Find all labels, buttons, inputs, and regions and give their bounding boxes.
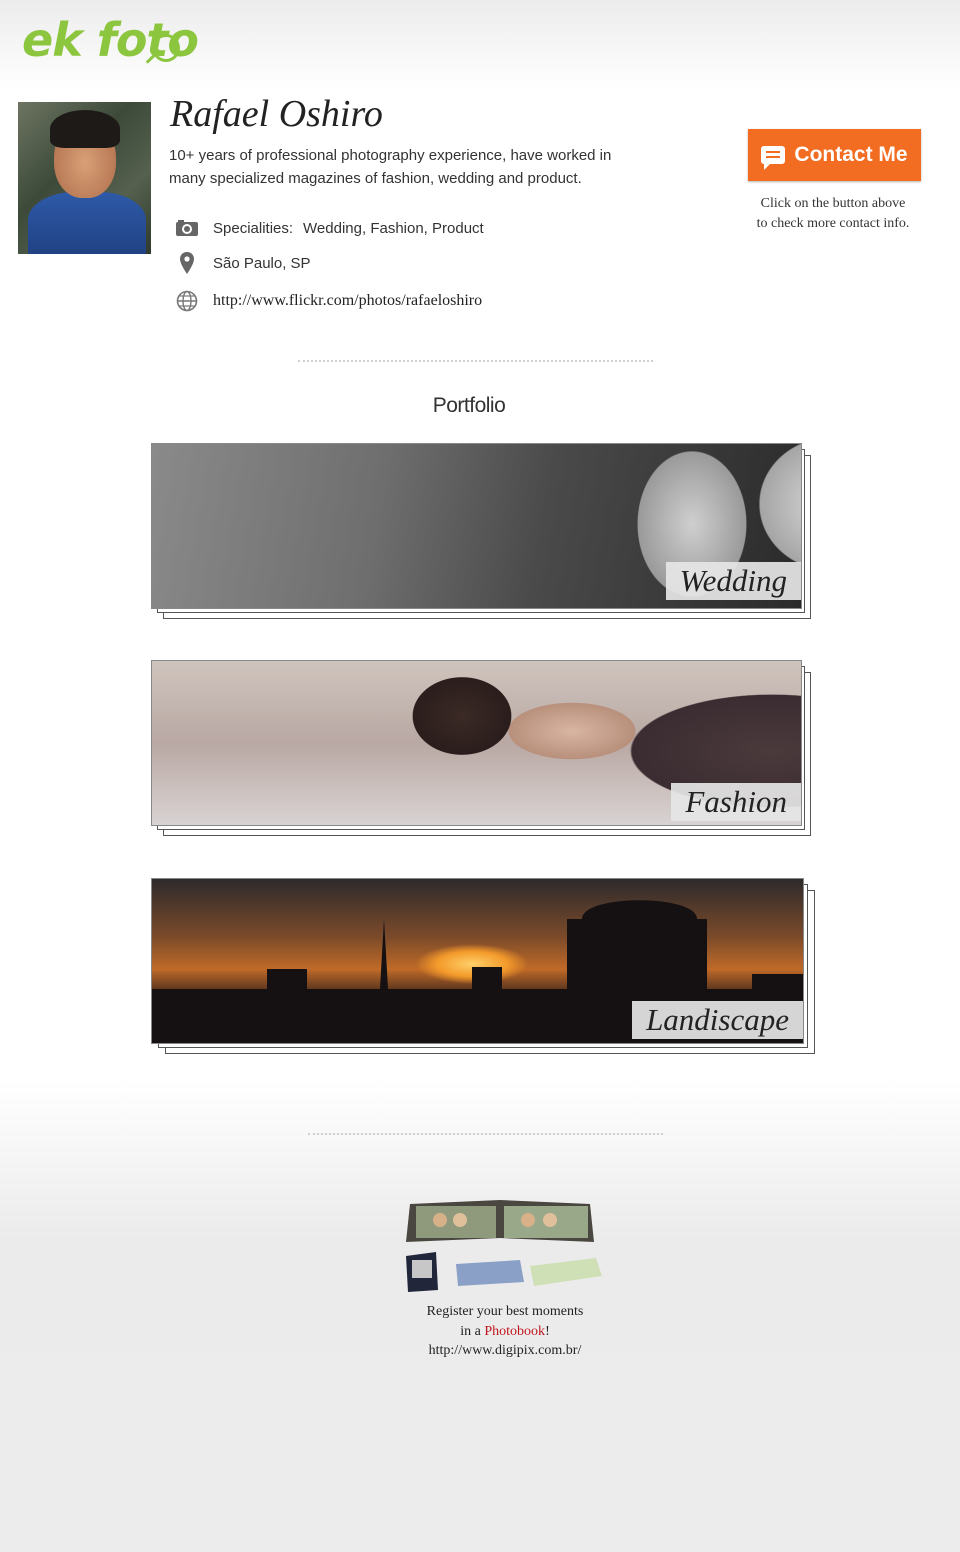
globe-icon (175, 289, 199, 313)
map-pin-icon (175, 251, 199, 275)
contact-button-label: Contact Me (794, 143, 908, 166)
portfolio-label: Landiscape (632, 1001, 803, 1039)
portfolio-card-landiscape[interactable]: Landiscape (151, 878, 815, 1056)
landscape-photo: Landiscape (151, 878, 804, 1044)
fashion-photo: Fashion (151, 660, 802, 826)
photobook-illustration[interactable] (400, 1196, 610, 1296)
location-text: São Paulo, SP (213, 254, 311, 272)
contact-note-line1: Click on the button above (760, 196, 906, 211)
wedding-photo: Wedding (151, 443, 802, 609)
footer-url[interactable]: http://www.digipix.com.br/ (380, 1341, 630, 1361)
photobook-link[interactable]: Photobook (484, 1324, 545, 1339)
footer-promo: Register your best moments in a Photoboo… (380, 1302, 630, 1361)
portfolio-card-fashion[interactable]: Fashion (151, 660, 811, 836)
portfolio-title: Portfolio (432, 394, 506, 417)
specialities-label: Specialities: (213, 219, 294, 237)
profile-bio: 10+ years of professional photography ex… (169, 147, 612, 187)
specialities-value: Wedding, Fashion, Product (303, 219, 484, 237)
portfolio-card-wedding[interactable]: Wedding (151, 443, 811, 619)
avatar (18, 102, 151, 254)
magnifier-icon (152, 34, 180, 62)
divider (298, 360, 653, 362)
location-row: São Paulo, SP (175, 251, 311, 275)
contact-me-button[interactable]: Contact Me (748, 129, 921, 181)
contact-note-line2: to check more contact info. (756, 215, 910, 231)
footer-line2: in a Photobook! (380, 1322, 630, 1342)
portfolio-label: Fashion (671, 783, 801, 821)
website-link[interactable]: http://www.flickr.com/photos/rafaeloshir… (213, 292, 482, 310)
footer-line1: Register your best moments (426, 1304, 584, 1319)
footer-line2-prefix: in a (460, 1323, 485, 1339)
divider (308, 1133, 663, 1135)
portfolio-label: Wedding (665, 562, 801, 600)
specialities-row: Specialities: Wedding, Fashion, Product (175, 216, 484, 240)
camera-icon (175, 216, 199, 240)
contact-note: Click on the button above to check more … (744, 194, 922, 233)
chat-bubble-icon (761, 146, 786, 170)
website-row: http://www.flickr.com/photos/rafaeloshir… (175, 289, 482, 313)
footer-line2-suffix: ! (545, 1323, 550, 1339)
profile-name: Rafael Oshiro (170, 93, 383, 135)
